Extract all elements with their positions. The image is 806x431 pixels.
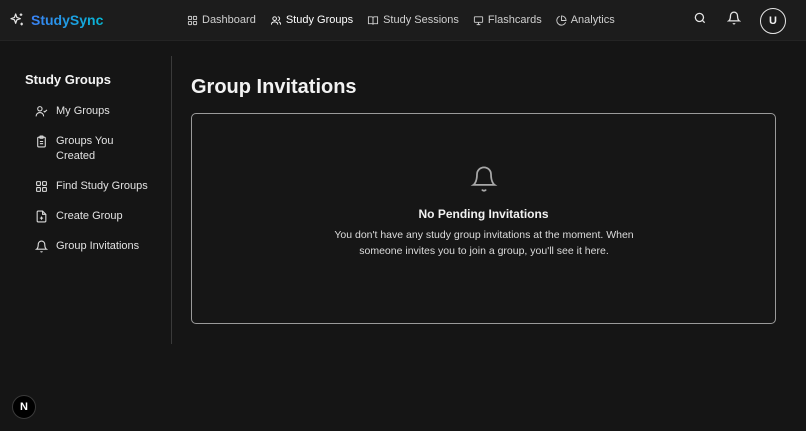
user-avatar[interactable]: U [760, 7, 786, 34]
page-title: Group Invitations [191, 76, 357, 98]
user-check-icon [35, 104, 48, 118]
notifications-button[interactable] [726, 11, 742, 30]
main-nav: Dashboard Study Groups Study Sessions Fl… [187, 12, 615, 28]
clipboard-icon [35, 134, 48, 148]
bell-icon [35, 239, 48, 253]
nav-label: Analytics [570, 14, 615, 26]
sidebar-item-label: Find Study Groups [56, 180, 148, 192]
search-icon [693, 11, 707, 30]
sidebar-item-label: Groups You Created [56, 135, 114, 162]
nav-study-sessions[interactable]: Study Sessions [367, 14, 459, 26]
nav-dashboard[interactable]: Dashboard [187, 14, 256, 26]
bell-icon [726, 11, 742, 30]
sidebar-item-label: Group Invitations [56, 240, 140, 252]
sidebar-title: Study Groups [25, 72, 111, 87]
nav-analytics[interactable]: Analytics [556, 14, 615, 26]
sidebar-item-groups-you-created[interactable]: Groups You Created [35, 134, 151, 164]
file-plus-icon [35, 209, 48, 223]
nav-label: Study Sessions [383, 14, 459, 26]
grid-icon [35, 179, 48, 193]
sidebar-item-create-group[interactable]: Create Group [35, 209, 151, 224]
sidebar-item-label: My Groups [56, 105, 110, 117]
nav-study-groups[interactable]: Study Groups [270, 14, 353, 26]
nav-label: Study Groups [285, 14, 354, 26]
top-navigation-bar: StudySync Dashboard Study Groups Study S… [0, 0, 806, 41]
sparkles-icon [9, 12, 25, 28]
search-button[interactable] [692, 11, 708, 30]
brand-name: StudySync [31, 12, 104, 28]
dev-tools-badge[interactable]: N [12, 395, 36, 419]
brand-logo[interactable]: StudySync [9, 11, 103, 29]
book-open-icon [367, 15, 379, 26]
header-actions: U [692, 7, 786, 34]
empty-state-message: You don't have any study group invitatio… [334, 229, 634, 257]
bell-icon [470, 164, 498, 199]
sidebar-item-my-groups[interactable]: My Groups [35, 104, 151, 119]
sidebar-item-group-invitations[interactable]: Group Invitations [35, 239, 166, 254]
sidebar: Study Groups My Groups Groups You Create… [0, 56, 172, 344]
nav-label: Dashboard [202, 14, 256, 26]
grid-icon [187, 15, 198, 26]
invitations-empty-state-card: No Pending Invitations You don't have an… [191, 113, 776, 324]
nav-flashcards[interactable]: Flashcards [473, 14, 542, 26]
users-icon [270, 15, 282, 26]
pie-chart-icon [556, 14, 567, 26]
empty-state-title: No Pending Invitations [418, 207, 549, 221]
nav-label: Flashcards [487, 14, 542, 26]
sidebar-item-label: Create Group [56, 210, 123, 222]
presentation-icon [473, 15, 484, 26]
sidebar-item-find-study-groups[interactable]: Find Study Groups [35, 179, 166, 194]
